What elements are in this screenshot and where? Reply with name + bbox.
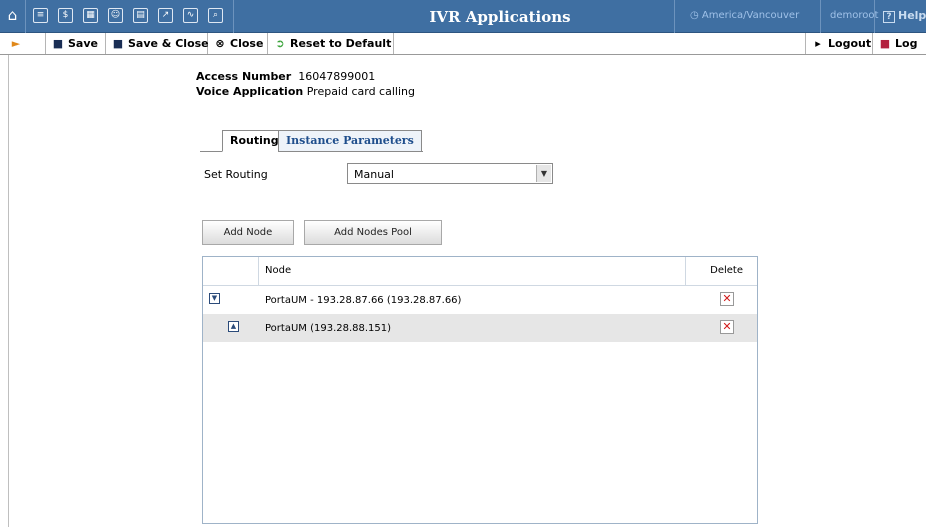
logout-button[interactable]: ▸ Logout [805, 33, 873, 54]
chevron-down-icon[interactable]: ▼ [536, 165, 551, 182]
voice-application-label: Voice Application [196, 85, 304, 98]
server-icon[interactable]: ▤ [133, 8, 148, 23]
help-icon: ? [883, 11, 895, 23]
expand-icon[interactable]: ▲ [228, 321, 239, 332]
play-arrow-icon: ► [11, 37, 21, 50]
divider [874, 0, 875, 33]
save-button[interactable]: ■ Save [46, 33, 106, 54]
node-label: PortaUM (193.28.88.151) [265, 323, 392, 334]
floppy-disk-icon: ■ [52, 37, 64, 50]
delete-icon[interactable]: ✕ [720, 320, 734, 334]
save-close-label: Save & Close [128, 37, 209, 50]
clock-icon: ◷ [690, 10, 702, 21]
tab-routing[interactable]: Routing [222, 130, 287, 152]
reset-arrow-icon: ➲ [275, 37, 285, 50]
dollar-icon[interactable]: $ [58, 8, 73, 23]
table-row: ▼ PortaUM - 193.28.87.66 (193.28.87.66) … [203, 286, 757, 314]
log-label: Log [895, 37, 918, 50]
close-circle-icon: ⊗ [215, 37, 225, 50]
toolbar: ► ■ Save ■ Save & Close ⊗ Close ➲ Reset to D… [0, 33, 926, 55]
info-block: Access Number 16047899001 Voice Applicat… [196, 69, 415, 99]
help-link[interactable]: ? Help [883, 9, 926, 23]
divider [820, 0, 821, 33]
set-routing-label: Set Routing [204, 168, 268, 181]
node-label: PortaUM - 193.28.87.66 (193.28.87.66) [265, 295, 462, 306]
reset-default-button[interactable]: ➲ Reset to Default [268, 33, 394, 54]
nodes-table: Node Delete ▼ PortaUM - 193.28.87.66 (19… [202, 256, 758, 524]
grid-icon[interactable]: ▦ [83, 8, 98, 23]
column-header-delete: Delete [710, 265, 743, 276]
set-routing-value: Manual [354, 168, 394, 181]
divider [233, 0, 234, 33]
floppy-disk-icon: ■ [112, 37, 124, 50]
chart-icon[interactable]: ∿ [183, 8, 198, 23]
divider [674, 0, 675, 33]
collapse-icon[interactable]: ▼ [209, 293, 220, 304]
access-number-row: Access Number 16047899001 [196, 69, 415, 84]
log-button[interactable]: ■ Log [873, 33, 926, 54]
left-rail [8, 55, 9, 527]
logout-icon: ▸ [815, 37, 821, 50]
search-icon[interactable]: ⌕ [208, 8, 223, 23]
close-button[interactable]: ⊗ Close [208, 33, 268, 54]
timezone-label: America/Vancouver [701, 10, 800, 21]
divider [258, 257, 259, 286]
timezone-link[interactable]: ◷ America/Vancouver [690, 10, 799, 21]
top-navigation-bar: ⌂ ≡ $ ▦ ☺ ▤ ↗ ∿ ⌕ IVR Applications ◷ Ame… [0, 0, 926, 33]
voice-application-row: Voice Application Prepaid card calling [196, 84, 415, 99]
divider [685, 257, 686, 286]
menu-arrow-button[interactable]: ► [0, 33, 46, 54]
divider [25, 0, 26, 33]
tab-instance-parameters[interactable]: Instance Parameters [278, 130, 422, 152]
add-nodes-pool-button[interactable]: Add Nodes Pool [304, 220, 442, 245]
close-label: Close [230, 37, 264, 50]
save-close-button[interactable]: ■ Save & Close [106, 33, 209, 54]
table-header: Node Delete [203, 257, 757, 286]
help-label: Help [898, 9, 926, 22]
table-row: ▲ PortaUM (193.28.88.151) ✕ [203, 314, 757, 342]
log-book-icon: ■ [879, 37, 891, 50]
set-routing-select[interactable]: Manual ▼ [347, 163, 553, 184]
person-icon[interactable]: ☺ [108, 8, 123, 23]
page-title: IVR Applications [429, 8, 571, 26]
reset-label: Reset to Default [290, 37, 392, 50]
add-node-button[interactable]: Add Node [202, 220, 294, 245]
list-icon[interactable]: ≡ [33, 8, 48, 23]
delete-icon[interactable]: ✕ [720, 292, 734, 306]
access-number-value: 16047899001 [298, 70, 376, 83]
export-icon[interactable]: ↗ [158, 8, 173, 23]
home-icon[interactable]: ⌂ [5, 8, 20, 23]
logout-label: Logout [828, 37, 872, 50]
voice-application-value: Prepaid card calling [306, 85, 415, 98]
save-label: Save [68, 37, 98, 50]
user-link[interactable]: demoroot [830, 10, 878, 21]
access-number-label: Access Number [196, 70, 292, 83]
column-header-node: Node [265, 265, 292, 276]
